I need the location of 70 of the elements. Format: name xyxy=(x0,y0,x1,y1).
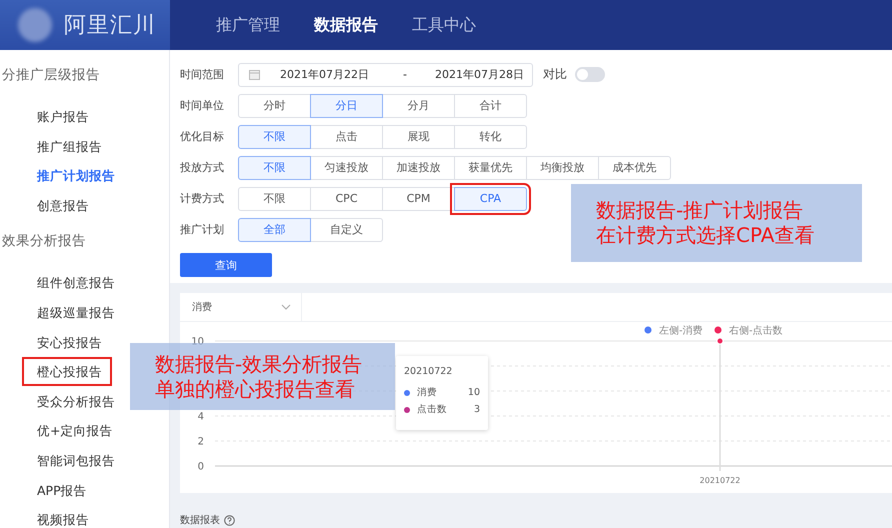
chevron-down-icon xyxy=(281,304,291,310)
sidebar-item[interactable]: 超级巡量报告 xyxy=(37,298,115,328)
axis-tick-label: 4 xyxy=(198,412,204,422)
segment-option[interactable]: 不限 xyxy=(238,186,311,210)
help-icon[interactable] xyxy=(224,514,235,526)
sidebar-item[interactable]: 智能词包报告 xyxy=(37,446,115,476)
query-button[interactable]: 查询 xyxy=(180,253,272,277)
segment-option[interactable]: 分日 xyxy=(310,94,383,118)
segment-option[interactable]: 获量优先 xyxy=(454,156,527,180)
sidebar-item[interactable]: 推广组报告 xyxy=(37,132,102,162)
date-range-field[interactable]: 2021年07月22日 - 2021年07月28日 xyxy=(238,62,533,86)
nav-tab[interactable]: 数据报告 xyxy=(314,14,378,36)
tooltip-value: 10 xyxy=(468,387,480,398)
sidebar-item[interactable]: 组件创意报告 xyxy=(37,268,115,298)
segment-option[interactable]: 转化 xyxy=(454,124,527,148)
annotation-text: 在计费方式选择CPA查看 xyxy=(596,223,816,248)
tooltip-series-name: 消费 xyxy=(417,386,438,399)
filter-label: 时间范围 xyxy=(180,67,225,82)
sidebar-item[interactable]: 推广计划报告 xyxy=(37,161,115,191)
segment-option[interactable]: 不限 xyxy=(238,124,311,148)
axis-tick-label: 20210722 xyxy=(700,476,740,485)
sidebar-item[interactable]: APP报告 xyxy=(37,476,87,506)
segment-option[interactable]: 不限 xyxy=(238,156,311,180)
data-point xyxy=(716,338,724,344)
filter-label: 投放方式 xyxy=(180,160,225,175)
sidebar-section-title: 分推广层级报告 xyxy=(1,66,101,85)
sidebar-item[interactable]: 账户报告 xyxy=(37,102,89,132)
tooltip-date: 20210722 xyxy=(404,366,454,377)
sidebar-item[interactable]: 创意报告 xyxy=(37,190,89,220)
filter-label: 优化目标 xyxy=(180,129,225,144)
segment-option[interactable]: 全部 xyxy=(238,218,311,242)
segment-option[interactable]: 成本优先 xyxy=(598,156,671,180)
segment-option[interactable]: CPC xyxy=(310,186,383,210)
sidebar-section-title: 效果分析报告 xyxy=(1,232,87,252)
segment-option[interactable]: 展现 xyxy=(382,124,455,148)
tooltip-series-name: 点击数 xyxy=(417,403,448,416)
axis-tick-label: 0 xyxy=(198,462,204,472)
section-title: 数据报表 xyxy=(180,514,220,527)
filter-label: 计费方式 xyxy=(180,191,225,206)
logo-icon xyxy=(18,8,52,42)
segment-option[interactable]: 加速投放 xyxy=(382,156,455,180)
legend-label[interactable]: 左侧-消费 xyxy=(659,326,703,336)
segment-option[interactable]: 分时 xyxy=(238,94,311,118)
axis-tick-label: 10 xyxy=(191,336,204,348)
segment-option[interactable]: 匀速投放 xyxy=(310,156,383,180)
axis-tick-label: 2 xyxy=(198,436,204,448)
segment-option[interactable]: 合计 xyxy=(454,94,527,118)
annotation-text: 数据报告-效果分析报告 xyxy=(155,352,364,376)
segment-option[interactable]: CPM xyxy=(382,186,455,210)
segment-option[interactable]: 点击 xyxy=(310,124,383,148)
nav-tab[interactable]: 推广管理 xyxy=(216,14,280,36)
calendar-icon xyxy=(249,69,260,80)
annotation-text: 数据报告-推广计划报告 xyxy=(596,198,804,223)
annotation-text: 单独的橙心投报告查看 xyxy=(155,376,356,402)
legend-label[interactable]: 右侧-点击数 xyxy=(729,326,783,336)
brand-name: 阿里汇川 xyxy=(64,12,156,40)
segment-option[interactable]: 分月 xyxy=(382,94,455,118)
sidebar-item[interactable]: 视频报告 xyxy=(37,505,89,528)
sidebar-item[interactable]: 安心投报告 xyxy=(37,328,102,358)
tooltip-value: 3 xyxy=(474,404,480,415)
sidebar-item[interactable]: 橙心投报告 xyxy=(24,359,110,384)
compare-toggle[interactable] xyxy=(575,67,605,82)
segment-option[interactable]: 均衡投放 xyxy=(526,156,599,180)
filter-label: 时间单位 xyxy=(180,98,225,113)
nav-tab[interactable]: 工具中心 xyxy=(412,14,476,36)
compare-label: 对比 xyxy=(543,66,567,83)
sidebar-item[interactable]: 优+定向报告 xyxy=(37,416,112,446)
filter-label: 推广计划 xyxy=(180,222,225,237)
segment-option[interactable]: 自定义 xyxy=(310,218,383,242)
sidebar-item[interactable]: 受众分析报告 xyxy=(37,386,115,416)
